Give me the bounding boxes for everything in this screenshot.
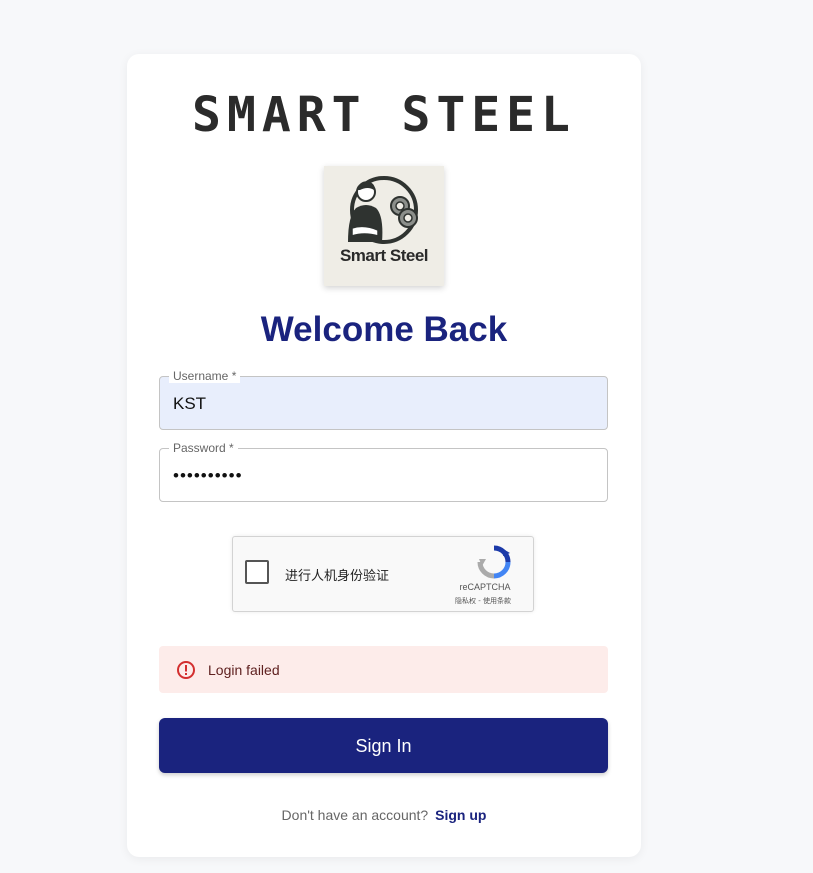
worker-pipes-icon	[348, 176, 418, 244]
brand-logo: Smart Steel	[324, 166, 444, 286]
page-title: Welcome Back	[260, 310, 508, 349]
recaptcha-widget: 进行人机身份验证 reCAPTCHA 隐私权 - 使用条款	[232, 536, 534, 612]
password-field[interactable]: Password * ••••••••••	[159, 441, 608, 502]
signup-row: Don't have an account? Sign up	[127, 807, 641, 823]
recaptcha-icon	[477, 545, 511, 579]
sign-up-link[interactable]: Sign up	[435, 807, 486, 823]
password-label: Password *	[169, 441, 238, 455]
sign-in-button[interactable]: Sign In	[159, 718, 608, 773]
error-alert: Login failed	[159, 646, 608, 693]
signup-prompt: Don't have an account?	[281, 807, 429, 823]
recaptcha-terms-link[interactable]: 隐私权 - 使用条款	[433, 596, 533, 606]
username-value[interactable]: KST	[173, 394, 206, 414]
password-value[interactable]: ••••••••••	[173, 466, 243, 486]
logo-text: Smart Steel	[339, 246, 429, 265]
username-field[interactable]: Username * KST	[159, 369, 608, 430]
error-message: Login failed	[208, 662, 280, 678]
login-card: SMART STEEL Smart Steel Welcome Back Use…	[127, 54, 641, 857]
recaptcha-checkbox[interactable]	[245, 560, 269, 584]
error-outline-icon	[177, 661, 195, 679]
brand-wordmark: SMART STEEL	[192, 87, 576, 143]
recaptcha-label: 进行人机身份验证	[285, 569, 390, 584]
username-label: Username *	[169, 369, 241, 383]
recaptcha-brand: reCAPTCHA	[459, 582, 511, 592]
